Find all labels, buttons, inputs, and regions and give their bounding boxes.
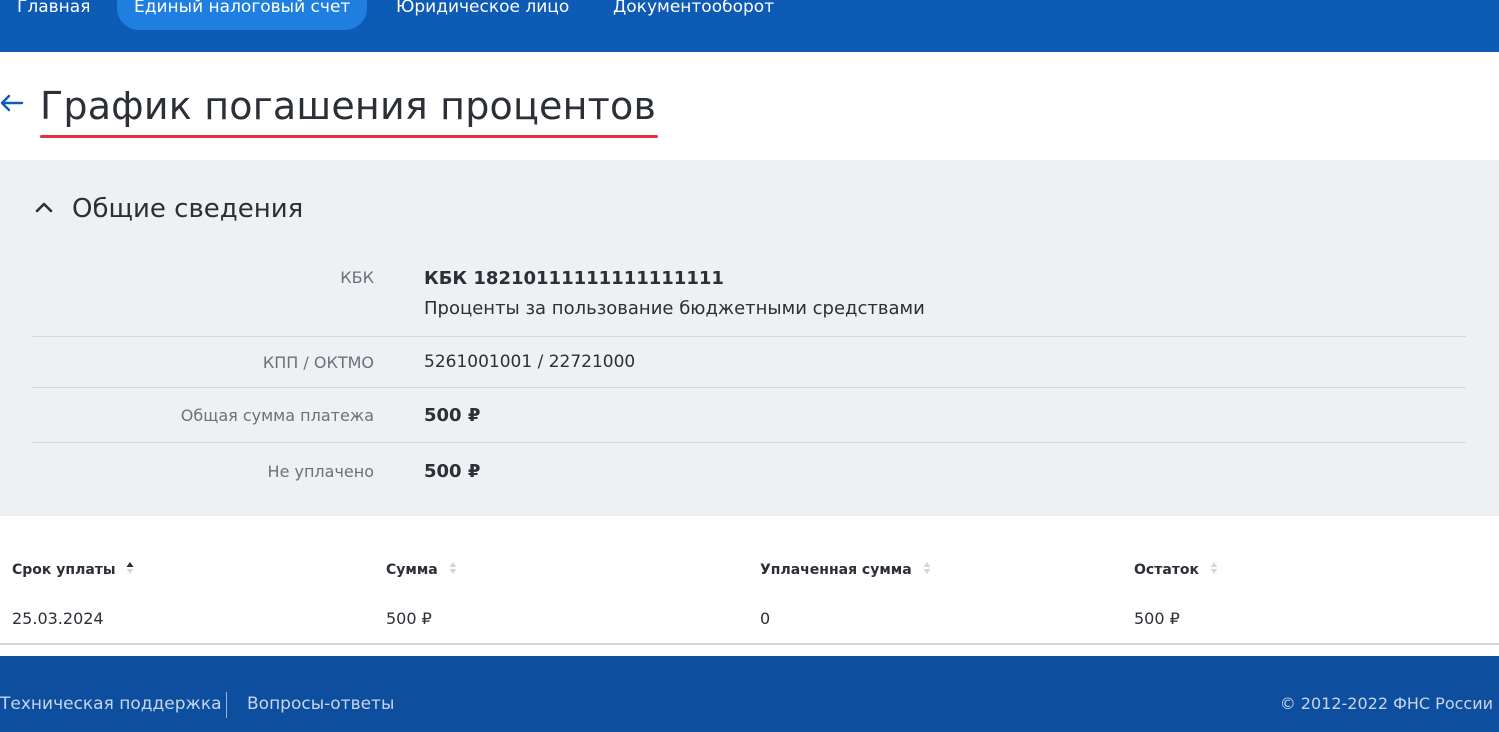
column-header-label: Срок уплаты bbox=[12, 562, 116, 578]
sort-icon bbox=[449, 561, 457, 579]
field-label-unpaid: Не уплачено bbox=[267, 462, 374, 481]
field-value-unpaid: 500 ₽ bbox=[424, 461, 481, 482]
field-value-kbk-description: Проценты за пользование бюджетными средс… bbox=[424, 298, 925, 319]
nav-item-unified-tax-account[interactable]: Единый налоговый счет bbox=[117, 0, 368, 30]
sort-icon bbox=[923, 561, 931, 579]
column-header-due-date[interactable]: Срок уплаты bbox=[12, 561, 134, 579]
nav-item-home[interactable]: Главная bbox=[17, 0, 90, 30]
footer-divider bbox=[226, 692, 227, 718]
sort-ascending-icon bbox=[126, 561, 134, 579]
table-bottom-border bbox=[0, 643, 1499, 645]
divider bbox=[32, 442, 1466, 443]
field-value-kpp-oktmo: 5261001001 / 22721000 bbox=[424, 352, 636, 372]
field-value-kbk: КБК 18210111111111111111 bbox=[424, 268, 724, 289]
field-label-kbk: КБК bbox=[340, 268, 374, 287]
divider bbox=[32, 336, 1466, 337]
column-header-label: Уплаченная сумма bbox=[760, 562, 912, 578]
nav-item-document-flow[interactable]: Документооборот bbox=[613, 0, 774, 30]
column-header-amount[interactable]: Сумма bbox=[386, 561, 457, 579]
chevron-up-icon[interactable] bbox=[34, 198, 54, 218]
field-label-total-amount: Общая сумма платежа bbox=[180, 406, 374, 425]
page-title: График погашения процентов bbox=[40, 84, 657, 128]
cell-amount: 500 ₽ bbox=[386, 609, 432, 628]
column-header-paid-amount[interactable]: Уплаченная сумма bbox=[760, 561, 931, 579]
arrow-left-icon[interactable] bbox=[0, 88, 30, 118]
copyright: © 2012-2022 ФНС России bbox=[1279, 694, 1493, 713]
column-header-label: Сумма bbox=[386, 562, 438, 578]
sort-icon bbox=[1210, 561, 1218, 579]
title-underline bbox=[40, 135, 658, 138]
nav-item-legal-entity[interactable]: Юридическое лицо bbox=[396, 0, 569, 30]
cell-balance: 500 ₽ bbox=[1134, 609, 1180, 628]
field-label-kpp-oktmo: КПП / ОКТМО bbox=[262, 353, 374, 372]
top-navigation: Главная Единый налоговый счет Юридическо… bbox=[0, 0, 1499, 52]
column-header-label: Остаток bbox=[1134, 562, 1199, 578]
footer-link-support[interactable]: Техническая поддержка bbox=[0, 694, 222, 714]
summary-section-title[interactable]: Общие сведения bbox=[72, 194, 303, 224]
column-header-balance[interactable]: Остаток bbox=[1134, 561, 1218, 579]
divider bbox=[32, 387, 1466, 388]
cell-due-date: 25.03.2024 bbox=[12, 609, 104, 628]
cell-paid-amount: 0 bbox=[760, 609, 771, 628]
field-value-total-amount: 500 ₽ bbox=[424, 405, 481, 426]
footer-link-faq[interactable]: Вопросы-ответы bbox=[247, 694, 394, 714]
footer bbox=[0, 656, 1499, 732]
